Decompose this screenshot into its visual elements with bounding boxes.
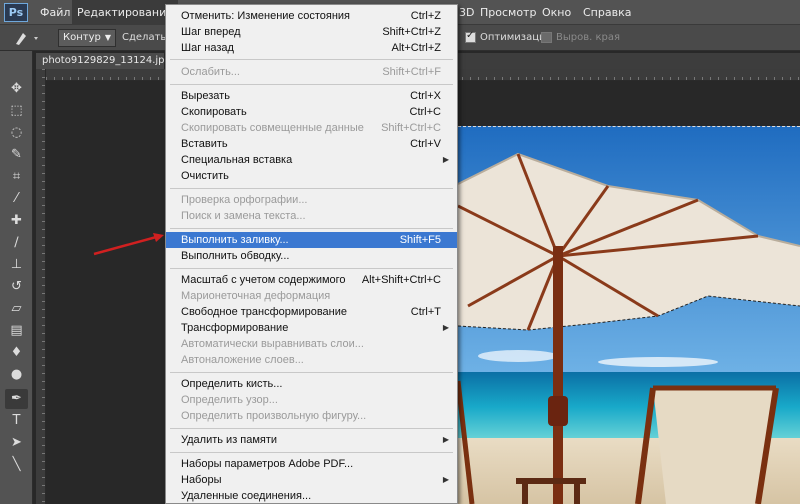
menu-separator xyxy=(170,84,453,85)
tab-strip xyxy=(458,53,800,69)
ruler-vertical xyxy=(36,69,46,504)
menu-view[interactable]: Просмотр xyxy=(475,0,541,25)
smooth-edges-checkbox[interactable] xyxy=(541,32,552,43)
menu-file[interactable]: Файл xyxy=(35,0,75,25)
menu-item-define-pattern[interactable]: Определить узор... xyxy=(166,392,457,408)
gradient-icon[interactable]: ▤ xyxy=(5,321,28,341)
crop-icon[interactable]: ⌗ xyxy=(5,167,28,187)
menu-item-copy-merged[interactable]: Скопировать совмещенные данные Shift+Ctrl… xyxy=(166,120,457,136)
chevron-right-icon: ▶ xyxy=(442,475,449,484)
menu-item-presets[interactable]: Наборы ▶ xyxy=(166,472,457,488)
menu-item-fill[interactable]: Выполнить заливку... Shift+F5 xyxy=(166,232,457,248)
edit-menu-dropdown: Отменить: Изменение состояния Ctrl+Z Шаг … xyxy=(165,4,458,504)
menu-separator xyxy=(170,428,453,429)
move-icon[interactable]: ✥ xyxy=(5,79,28,99)
optimize-checkbox[interactable] xyxy=(465,30,476,43)
toolbox: ✥ ⬚ ◌ ✎ ⌗ ⁄ ✚ ∕ ⊥ ↺ ▱ ▤ ♦ ● ✒ T ➤ ╲ xyxy=(0,51,33,504)
menu-item-remote-connections[interactable]: Удаленные соединения... xyxy=(166,488,457,504)
lasso-icon[interactable]: ◌ xyxy=(5,123,28,143)
selection-marquee xyxy=(458,126,800,127)
smooth-edges-label: Выров. края xyxy=(556,32,621,43)
history-brush-icon[interactable]: ↺ xyxy=(5,277,28,297)
menu-item-paste[interactable]: Вставить Ctrl+V xyxy=(166,136,457,152)
type-icon[interactable]: T xyxy=(5,411,28,431)
menu-window[interactable]: Окно xyxy=(537,0,576,25)
blur-icon[interactable]: ♦ xyxy=(5,343,28,363)
menu-item-auto-blend[interactable]: Автоналожение слоев... xyxy=(166,352,457,368)
menu-item-fade[interactable]: Ослабить... Shift+Ctrl+F xyxy=(166,64,457,80)
photoshop-logo: Ps xyxy=(4,3,28,22)
menu-item-content-aware-scale[interactable]: Масштаб с учетом содержимого Alt+Shift+Ct… xyxy=(166,272,457,288)
eyedropper-icon[interactable]: ⁄ xyxy=(5,189,28,209)
pen-icon[interactable]: ✒ xyxy=(5,389,28,409)
menu-item-stroke[interactable]: Выполнить обводку... xyxy=(166,248,457,264)
beach-photo xyxy=(458,126,800,504)
menu-item-purge[interactable]: Удалить из памяти ▶ xyxy=(166,432,457,448)
menu-separator xyxy=(170,372,453,373)
menu-item-undo[interactable]: Отменить: Изменение состояния Ctrl+Z xyxy=(166,8,457,24)
annotation-arrow-icon xyxy=(93,233,164,256)
menu-help[interactable]: Справка xyxy=(578,0,636,25)
menu-separator xyxy=(170,188,453,189)
chevron-down-icon: ▼ xyxy=(104,33,111,42)
menu-item-step-backward[interactable]: Шаг назад Alt+Ctrl+Z xyxy=(166,40,457,56)
mode-select-value: Контур xyxy=(63,32,101,43)
menu-item-clear[interactable]: Очистить xyxy=(166,168,457,184)
document-tab[interactable]: photo9129829_13124.jpg @ xyxy=(36,53,164,69)
menu-separator xyxy=(170,59,453,60)
pen-tool-preset-icon[interactable] xyxy=(10,29,44,47)
menu-item-free-transform[interactable]: Свободное трансформирование Ctrl+T xyxy=(166,304,457,320)
menu-item-define-shape[interactable]: Определить произвольную фигуру... xyxy=(166,408,457,424)
menu-item-spell-check[interactable]: Проверка орфографии... xyxy=(166,192,457,208)
menu-item-define-brush[interactable]: Определить кисть... xyxy=(166,376,457,392)
make-label: Сделать: xyxy=(122,32,170,43)
marquee-icon[interactable]: ⬚ xyxy=(5,101,28,121)
menu-separator xyxy=(170,228,453,229)
eraser-icon[interactable]: ▱ xyxy=(5,299,28,319)
chevron-right-icon: ▶ xyxy=(442,323,449,332)
mode-select[interactable]: Контур ▼ xyxy=(58,29,116,47)
menu-edit[interactable]: Редактирование xyxy=(72,0,178,25)
path-select-icon[interactable]: ➤ xyxy=(5,433,28,453)
menu-separator xyxy=(170,268,453,269)
menu-item-transform[interactable]: Трансформирование ▶ xyxy=(166,320,457,336)
menu-item-paste-special[interactable]: Специальная вставка ▶ xyxy=(166,152,457,168)
menu-item-step-forward[interactable]: Шаг вперед Shift+Ctrl+Z xyxy=(166,24,457,40)
menu-item-pdf-presets[interactable]: Наборы параметров Adobe PDF... xyxy=(166,456,457,472)
healing-icon[interactable]: ✚ xyxy=(5,211,28,231)
menu-separator xyxy=(170,452,453,453)
brush-icon[interactable]: ∕ xyxy=(5,233,28,253)
menu-item-find-replace[interactable]: Поиск и замена текста... xyxy=(166,208,457,224)
quick-select-icon[interactable]: ✎ xyxy=(5,145,28,165)
menu-item-puppet-warp[interactable]: Марионеточная деформация xyxy=(166,288,457,304)
chevron-right-icon: ▶ xyxy=(442,435,449,444)
menu-item-auto-align[interactable]: Автоматически выравнивать слои... xyxy=(166,336,457,352)
chevron-right-icon: ▶ xyxy=(442,155,449,164)
menu-item-cut[interactable]: Вырезать Ctrl+X xyxy=(166,88,457,104)
dodge-icon[interactable]: ● xyxy=(5,365,28,385)
stamp-icon[interactable]: ⊥ xyxy=(5,255,28,275)
shape-icon[interactable]: ╲ xyxy=(5,455,28,475)
menu-item-copy[interactable]: Скопировать Ctrl+C xyxy=(166,104,457,120)
